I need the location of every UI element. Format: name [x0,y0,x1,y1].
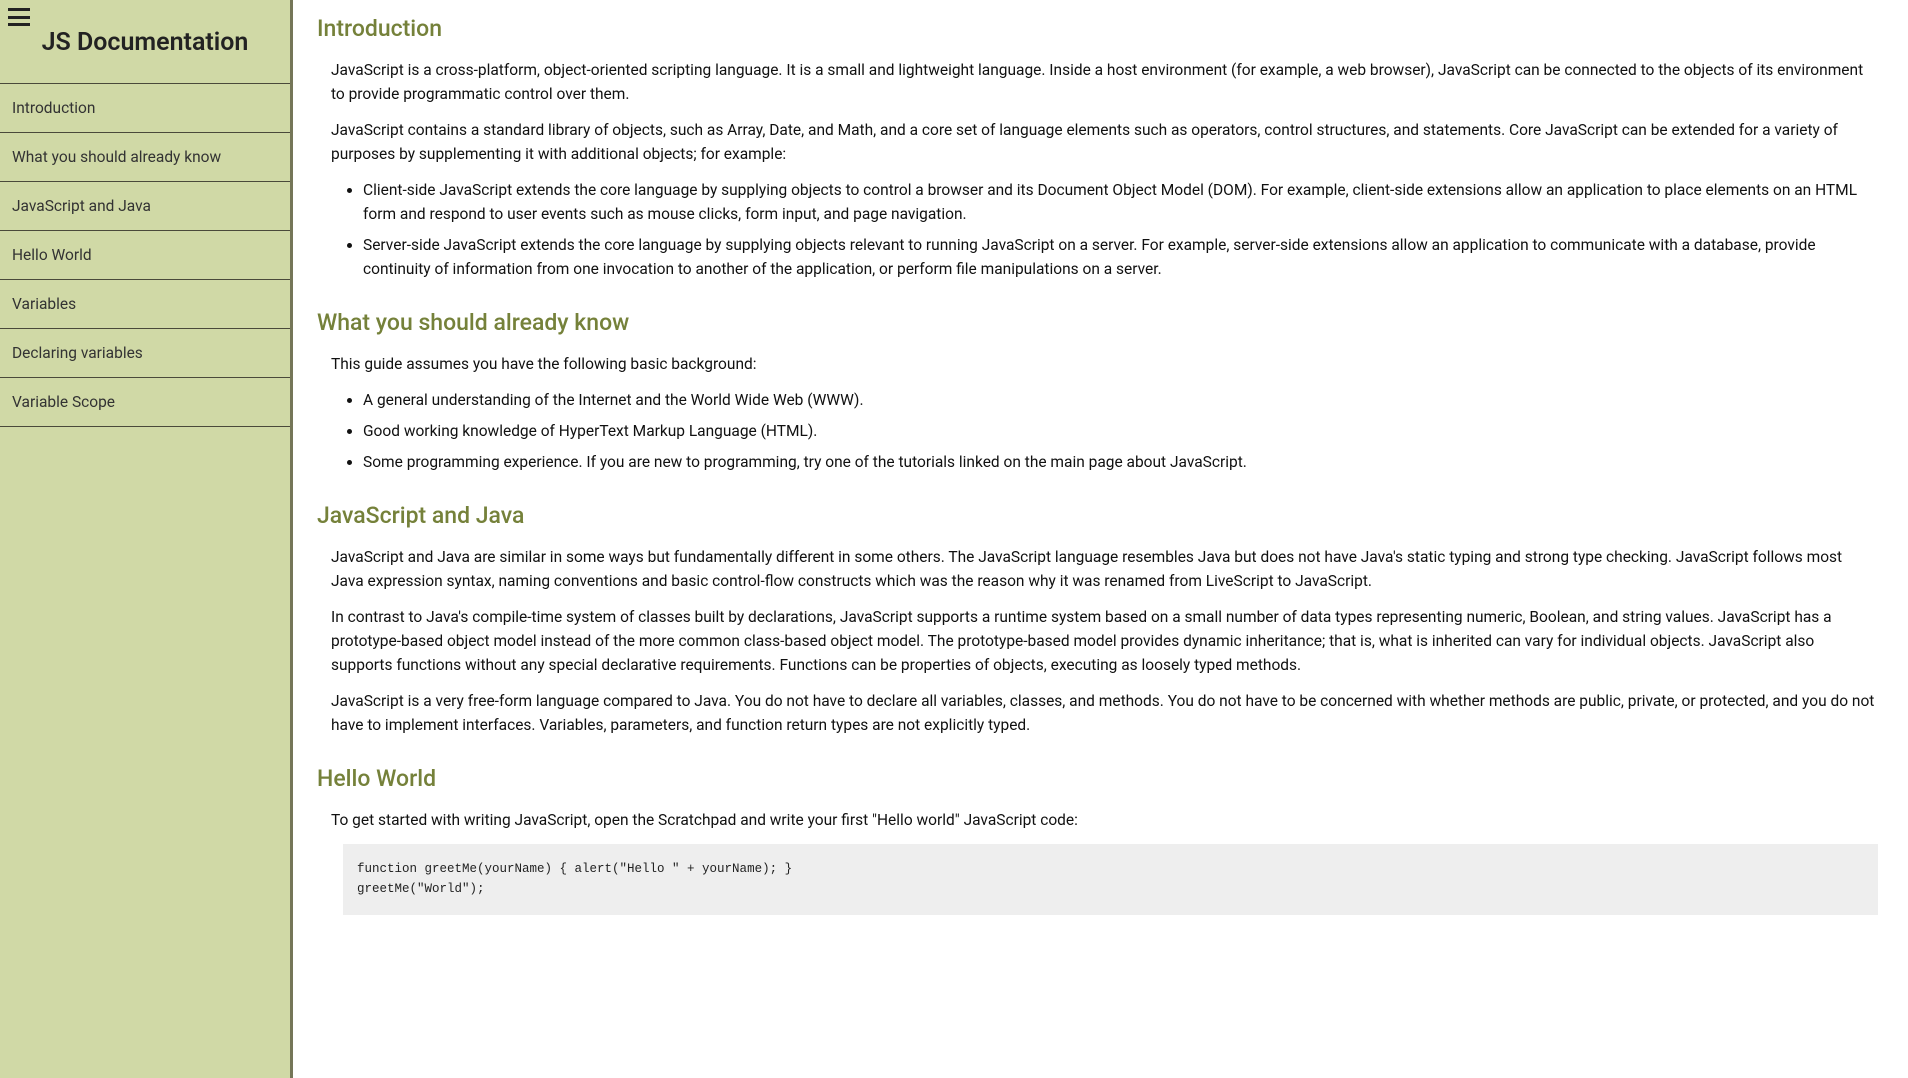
paragraph: JavaScript contains a standard library o… [331,118,1878,166]
section-header: Hello World [317,765,1878,792]
nav-item-hello-world[interactable]: Hello World [0,230,290,279]
nav-list: Introduction What you should already kno… [0,83,290,427]
section-introduction: Introduction JavaScript is a cross-platf… [317,15,1878,281]
nav-item-variables[interactable]: Variables [0,279,290,328]
sidebar: JS Documentation Introduction What you s… [0,0,293,1078]
bullet-list: A general understanding of the Internet … [359,388,1878,474]
code-block: function greetMe(yourName) { alert("Hell… [343,844,1878,915]
paragraph: In contrast to Java's compile-time syste… [331,605,1878,677]
list-item: Server-side JavaScript extends the core … [363,233,1878,281]
nav-item-variable-scope[interactable]: Variable Scope [0,377,290,427]
nav-item-already-know[interactable]: What you should already know [0,132,290,181]
main-content: Introduction JavaScript is a cross-platf… [293,0,1908,1078]
paragraph: This guide assumes you have the followin… [331,352,1878,376]
nav-item-js-and-java[interactable]: JavaScript and Java [0,181,290,230]
menu-icon[interactable] [8,8,30,26]
section-header: Introduction [317,15,1878,42]
section-hello-world: Hello World To get started with writing … [317,765,1878,915]
paragraph: JavaScript is a cross-platform, object-o… [331,58,1878,106]
paragraph: To get started with writing JavaScript, … [331,808,1878,832]
section-header: JavaScript and Java [317,502,1878,529]
section-header: What you should already know [317,309,1878,336]
list-item: Some programming experience. If you are … [363,450,1878,474]
section-js-and-java: JavaScript and Java JavaScript and Java … [317,502,1878,737]
nav-item-declaring-variables[interactable]: Declaring variables [0,328,290,377]
nav-item-introduction[interactable]: Introduction [0,83,290,132]
list-item: Good working knowledge of HyperText Mark… [363,419,1878,443]
list-item: A general understanding of the Internet … [363,388,1878,412]
sidebar-title: JS Documentation [0,0,290,83]
paragraph: JavaScript and Java are similar in some … [331,545,1878,593]
bullet-list: Client-side JavaScript extends the core … [359,178,1878,281]
list-item: Client-side JavaScript extends the core … [363,178,1878,226]
section-already-know: What you should already know This guide … [317,309,1878,474]
paragraph: JavaScript is a very free-form language … [331,689,1878,737]
